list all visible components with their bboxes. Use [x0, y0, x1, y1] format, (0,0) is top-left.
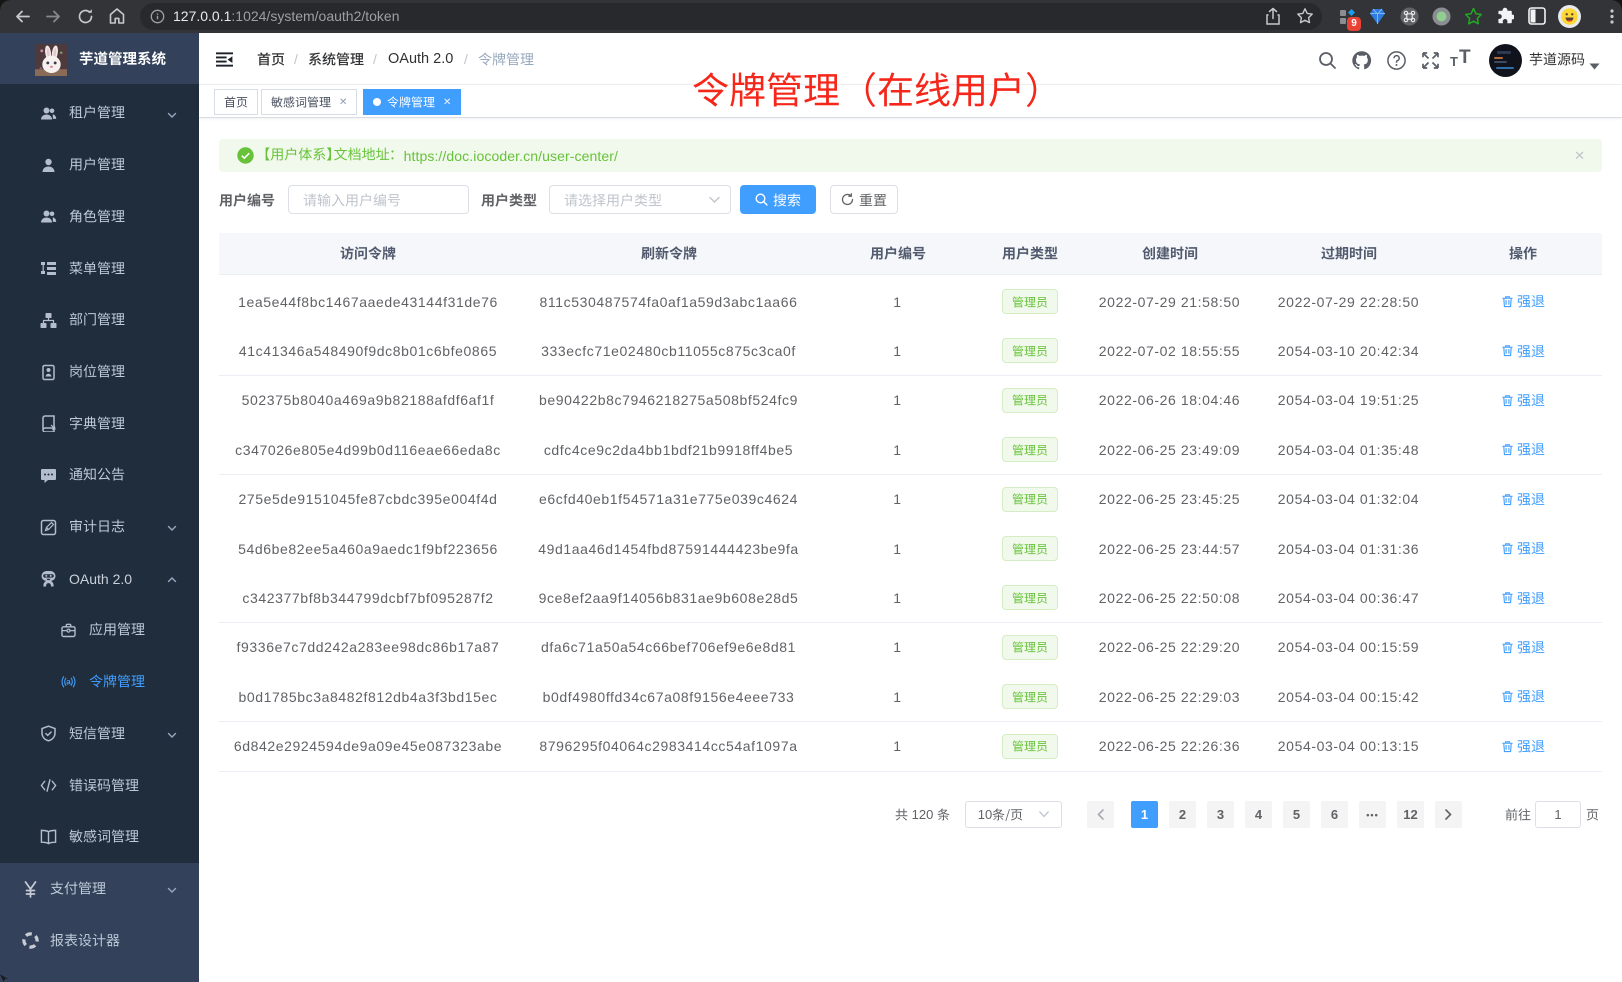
svg-text:a: a — [66, 677, 71, 686]
